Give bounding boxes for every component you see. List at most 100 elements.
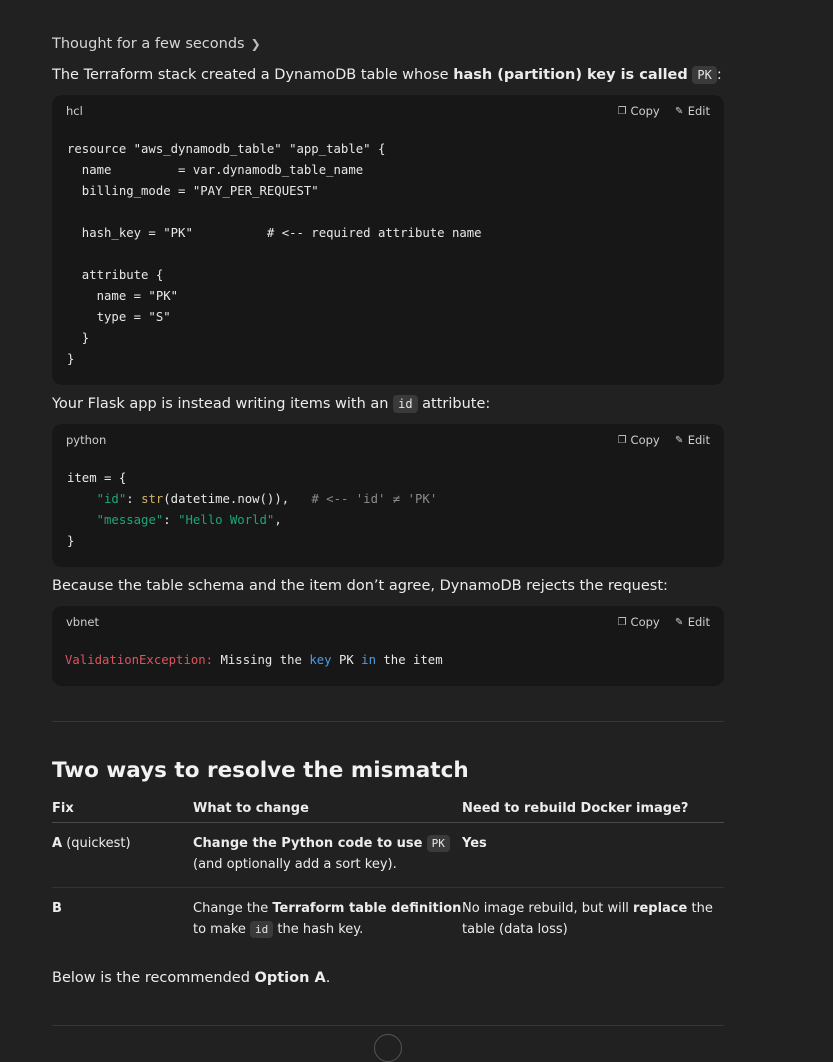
code-line: billing_mode = "PAY_PER_REQUEST" bbox=[67, 184, 319, 198]
code-block-python: python ❐ Copy ✎ Edit item = { "id": str(da… bbox=[52, 424, 724, 567]
inline-code: PK bbox=[692, 66, 717, 84]
chevron-right-icon: ❯ bbox=[250, 37, 261, 51]
divider bbox=[52, 721, 724, 722]
intro-bold: hash (partition) key is called bbox=[453, 67, 688, 83]
closing-bold: Option A bbox=[254, 970, 326, 986]
edit-button[interactable]: ✎ Edit bbox=[674, 615, 710, 629]
cell-text: to make bbox=[193, 922, 251, 937]
closing-period: . bbox=[325, 970, 331, 986]
code-content: ValidationException: Missing the key PK … bbox=[52, 638, 724, 671]
code-block-header: python ❐ Copy ✎ Edit bbox=[52, 424, 724, 456]
inline-code: PK bbox=[426, 835, 450, 852]
table-cell: B bbox=[52, 888, 193, 953]
table-header: Need to rebuild Docker image? bbox=[462, 801, 724, 823]
copy-label: Copy bbox=[630, 433, 660, 447]
cell-bold: replace bbox=[633, 901, 688, 916]
code-block-header: vbnet ❐ Copy ✎ Edit bbox=[52, 606, 724, 638]
code-actions: ❐ Copy ✎ Edit bbox=[617, 615, 710, 629]
code-block-header: hcl ❐ Copy ✎ Edit bbox=[52, 95, 724, 127]
code-line: } bbox=[67, 331, 90, 345]
cell-text: the hash key. bbox=[273, 922, 364, 937]
edit-label: Edit bbox=[687, 433, 710, 447]
code-language-label: hcl bbox=[66, 104, 83, 118]
code-line: } bbox=[67, 352, 75, 366]
edit-button[interactable]: ✎ Edit bbox=[674, 104, 710, 118]
code-text: (datetime.now()), bbox=[163, 492, 290, 506]
intro-text: The Terraform stack created a DynamoDB t… bbox=[52, 67, 454, 83]
scroll-down-button[interactable] bbox=[374, 1034, 402, 1062]
code-language-label: vbnet bbox=[66, 615, 99, 629]
because-paragraph: Because the table schema and the item do… bbox=[52, 578, 668, 594]
code-comment: # <-- 'id' ≠ 'PK' bbox=[311, 492, 438, 506]
table-row: B Change the Terraform table definition t… bbox=[52, 888, 724, 953]
code-line: item = { bbox=[67, 471, 127, 485]
cell-text: No image rebuild, but will bbox=[462, 901, 634, 916]
edit-label: Edit bbox=[687, 104, 710, 118]
fix-label: B bbox=[52, 901, 62, 916]
edit-icon: ✎ bbox=[675, 434, 684, 446]
code-string: "Hello World" bbox=[178, 513, 275, 527]
closing-text: Below is the recommended bbox=[52, 970, 255, 986]
code-error-name: ValidationException: bbox=[65, 653, 214, 667]
cell-text: Change the bbox=[193, 901, 273, 916]
table-header: What to change bbox=[193, 801, 462, 823]
copy-label: Copy bbox=[630, 615, 660, 629]
divider bbox=[52, 1025, 724, 1026]
fix-note: (quickest) bbox=[62, 836, 131, 851]
code-actions: ❐ Copy ✎ Edit bbox=[617, 433, 710, 447]
code-block-hcl: hcl ❐ Copy ✎ Edit resource "aws_dynamodb_t… bbox=[52, 95, 724, 385]
table-row: A (quickest) Change the Python code to u… bbox=[52, 822, 724, 888]
code-actions: ❐ Copy ✎ Edit bbox=[617, 104, 710, 118]
copy-icon: ❐ bbox=[617, 616, 627, 628]
table-cell: Yes bbox=[462, 822, 724, 888]
cell-bold: Terraform table definition bbox=[272, 901, 462, 916]
code-line: hash_key = "PK" # <-- required attribute… bbox=[67, 226, 482, 240]
copy-icon: ❐ bbox=[617, 105, 627, 117]
code-line: name = "PK" bbox=[67, 289, 179, 303]
code-line: } bbox=[67, 534, 75, 548]
code-language-label: python bbox=[66, 433, 107, 447]
inline-code: id bbox=[250, 921, 274, 938]
thought-toggle[interactable]: Thought for a few seconds ❯ bbox=[52, 36, 261, 52]
inline-code: id bbox=[393, 395, 418, 413]
copy-label: Copy bbox=[630, 104, 660, 118]
copy-button[interactable]: ❐ Copy bbox=[617, 615, 660, 629]
code-builtin: str bbox=[141, 492, 164, 506]
copy-button[interactable]: ❐ Copy bbox=[617, 104, 660, 118]
edit-label: Edit bbox=[687, 615, 710, 629]
table-header-row: Fix What to change Need to rebuild Docke… bbox=[52, 801, 724, 823]
edit-icon: ✎ bbox=[675, 616, 684, 628]
thought-label: Thought for a few seconds bbox=[52, 36, 245, 52]
code-keyword: in bbox=[361, 653, 376, 667]
cell-text: (and optionally add a sort key). bbox=[193, 857, 397, 872]
code-text: Missing the bbox=[213, 653, 310, 667]
table-cell: A (quickest) bbox=[52, 822, 193, 888]
section-heading: Two ways to resolve the mismatch bbox=[52, 758, 469, 783]
copy-button[interactable]: ❐ Copy bbox=[617, 433, 660, 447]
edit-button[interactable]: ✎ Edit bbox=[674, 433, 710, 447]
closing-paragraph: Below is the recommended Option A. bbox=[52, 968, 330, 988]
code-line: name = var.dynamodb_table_name bbox=[67, 163, 364, 177]
code-string: "id" bbox=[96, 492, 127, 506]
intro-paragraph: The Terraform stack created a DynamoDB t… bbox=[52, 65, 722, 85]
flask-text-end: attribute: bbox=[417, 396, 491, 412]
code-string: "message" bbox=[96, 513, 164, 527]
intro-colon: : bbox=[716, 67, 722, 83]
table-cell: No image rebuild, but will replace the t… bbox=[462, 888, 724, 953]
code-line: resource "aws_dynamodb_table" "app_table… bbox=[67, 142, 386, 156]
copy-icon: ❐ bbox=[617, 434, 627, 446]
code-comment: # <-- required attribute name bbox=[266, 226, 482, 240]
table-cell: Change the Python code to use PK (and opt… bbox=[193, 822, 462, 888]
code-text: PK bbox=[331, 653, 362, 667]
flask-text: Your Flask app is instead writing items … bbox=[52, 396, 394, 412]
flask-paragraph: Your Flask app is instead writing items … bbox=[52, 394, 490, 414]
rebuild-answer: Yes bbox=[462, 836, 487, 851]
code-line: type = "S" bbox=[67, 310, 171, 324]
edit-icon: ✎ bbox=[675, 105, 684, 117]
comparison-table: Fix What to change Need to rebuild Docke… bbox=[52, 801, 724, 952]
code-line: attribute { bbox=[67, 268, 164, 282]
code-keyword: key bbox=[309, 653, 332, 667]
cell-bold: Change the Python code to use bbox=[193, 836, 423, 851]
table-cell: Change the Terraform table definition to … bbox=[193, 888, 462, 953]
code-text: the item bbox=[375, 653, 443, 667]
